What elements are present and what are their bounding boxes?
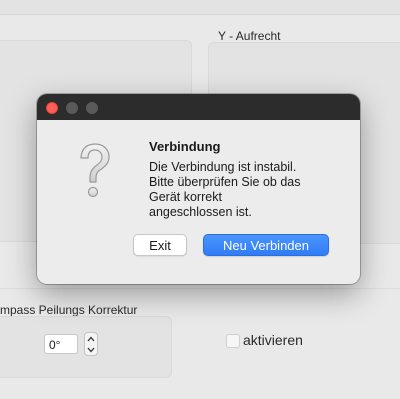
dialog-title: Verbindung <box>149 139 221 154</box>
reconnect-button[interactable]: Neu Verbinden <box>203 234 329 256</box>
minimize-window-button[interactable] <box>66 102 78 114</box>
close-window-button[interactable] <box>46 102 58 114</box>
connection-dialog: Verbindung Die Verbindung ist instabil. … <box>37 94 360 284</box>
question-mark-icon <box>75 142 115 200</box>
dialog-titlebar <box>37 94 360 120</box>
zoom-window-button[interactable] <box>86 102 98 114</box>
exit-button[interactable]: Exit <box>133 234 187 256</box>
dialog-message: Die Verbindung ist instabil. Bitte überp… <box>149 160 301 219</box>
